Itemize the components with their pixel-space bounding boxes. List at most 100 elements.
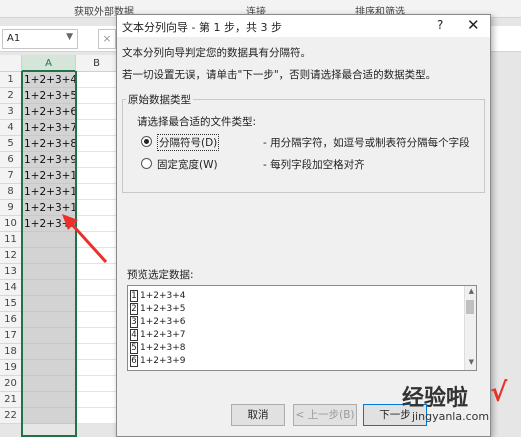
cell-a[interactable] <box>22 328 76 344</box>
row-header[interactable]: 2 <box>0 88 22 104</box>
column-header-a[interactable]: A <box>22 55 76 72</box>
row-header[interactable]: 3 <box>0 104 22 120</box>
row-header[interactable]: 22 <box>0 408 22 424</box>
cell-a[interactable] <box>22 392 76 408</box>
preview-row-text: 1+2+3+4 <box>140 291 186 301</box>
cell-a[interactable]: 1+2+3+7 <box>22 120 77 136</box>
cell-a[interactable] <box>22 408 76 424</box>
row-header[interactable]: 19 <box>0 360 22 376</box>
preview-row-number: 6 <box>130 355 138 367</box>
fixed-width-description: - 每列字段加空格对齐 <box>263 159 365 171</box>
cell-a[interactable]: 1+2+3+8 <box>22 136 77 152</box>
row-header[interactable]: 14 <box>0 280 22 296</box>
cancel-icon[interactable]: × <box>98 29 116 49</box>
cell-a[interactable] <box>22 360 76 376</box>
delimited-radio[interactable] <box>141 136 152 147</box>
row-header[interactable]: 12 <box>0 248 22 264</box>
preview-row: 3 1+2+3+6 <box>130 316 186 329</box>
fixed-width-label[interactable]: 固定宽度(W) <box>157 157 218 172</box>
cell-b[interactable] <box>76 152 118 168</box>
preview-row-text: 1+2+3+9 <box>140 356 186 366</box>
delimited-label[interactable]: 分隔符号(D) <box>157 134 220 151</box>
preview-row-number: 3 <box>130 316 138 328</box>
cell-b[interactable] <box>76 168 118 184</box>
cell-b[interactable] <box>76 312 118 328</box>
group-label: 原始数据类型 <box>126 92 193 107</box>
row-header[interactable]: 6 <box>0 152 22 168</box>
preview-row: 1 1+2+3+4 <box>130 290 186 303</box>
row-header[interactable]: 7 <box>0 168 22 184</box>
row-header[interactable]: 20 <box>0 376 22 392</box>
intro-text-2: 若一切设置无误，请单击"下一步"，否则请选择最合适的数据类型。 <box>122 69 437 81</box>
cell-a[interactable] <box>22 312 76 328</box>
row-header[interactable]: 11 <box>0 232 22 248</box>
dropdown-arrow-icon[interactable]: ▼ <box>66 32 73 42</box>
choose-file-type-label: 请选择最合适的文件类型: <box>137 116 257 128</box>
cell-b[interactable] <box>76 376 118 392</box>
cell-b[interactable] <box>76 184 118 200</box>
intro-text-1: 文本分列向导判定您的数据具有分隔符。 <box>122 47 311 59</box>
column-header-b[interactable]: B <box>76 55 118 72</box>
cell-a[interactable] <box>22 280 76 296</box>
preview-row: 5 1+2+3+8 <box>130 342 186 355</box>
data-preview-box[interactable]: 1 1+2+3+4 2 1+2+3+5 3 1+2+3+6 4 1+2+3+7 5 1+2+3+8… <box>127 285 477 371</box>
cell-b[interactable] <box>76 136 118 152</box>
cell-b[interactable] <box>76 392 118 408</box>
cell-b[interactable] <box>76 88 118 104</box>
cell-a[interactable]: 1+2+3+6 <box>22 104 77 120</box>
preview-row-number: 5 <box>130 342 138 354</box>
fixed-width-radio[interactable] <box>141 158 152 169</box>
delimited-description: - 用分隔字符，如逗号或制表符分隔每个字段 <box>263 137 470 149</box>
cell-a[interactable] <box>22 296 76 312</box>
cell-a[interactable]: 1+2+3+4 <box>22 72 77 88</box>
dialog-title: 文本分列向导 - 第 1 步，共 3 步 <box>122 21 282 34</box>
scroll-up-icon[interactable]: ▲ <box>469 287 474 295</box>
scroll-down-icon[interactable]: ▼ <box>469 358 474 366</box>
scroll-thumb[interactable] <box>466 300 474 314</box>
preview-row-text: 1+2+3+6 <box>140 317 186 327</box>
preview-row-number: 1 <box>130 290 138 302</box>
row-header[interactable]: 13 <box>0 264 22 280</box>
row-header[interactable]: 9 <box>0 200 22 216</box>
row-header[interactable]: 21 <box>0 392 22 408</box>
row-header[interactable]: 16 <box>0 312 22 328</box>
watermark-url: jingyanla.com <box>412 410 490 423</box>
preview-label: 预览选定数据: <box>127 269 194 281</box>
preview-row: 6 1+2+3+9 <box>130 355 186 368</box>
row-header[interactable]: 1 <box>0 72 22 88</box>
row-header[interactable]: 15 <box>0 296 22 312</box>
cell-b[interactable] <box>76 360 118 376</box>
cell-b[interactable] <box>76 120 118 136</box>
row-header[interactable]: 5 <box>0 136 22 152</box>
close-icon[interactable]: ✕ <box>467 16 480 34</box>
row-header[interactable]: 10 <box>0 216 22 232</box>
row-header[interactable]: 4 <box>0 120 22 136</box>
select-all-corner[interactable] <box>0 55 22 72</box>
cell-b[interactable] <box>76 344 118 360</box>
preview-row-text: 1+2+3+5 <box>140 304 186 314</box>
preview-row-text: 1+2+3+7 <box>140 330 186 340</box>
cancel-button[interactable]: 取消 <box>231 404 285 426</box>
watermark-logo: 经验啦 √ jingyanla.com <box>390 378 521 437</box>
cell-a[interactable]: 1+2+3+11 <box>22 184 84 200</box>
cell-a[interactable]: 1+2+3+10 <box>22 168 84 184</box>
cell-a[interactable] <box>22 376 76 392</box>
cell-b[interactable] <box>76 104 118 120</box>
cell-b[interactable] <box>76 328 118 344</box>
preview-row: 2 1+2+3+5 <box>130 303 186 316</box>
cell-b[interactable] <box>76 280 118 296</box>
back-button[interactable]: < 上一步(B) <box>293 404 357 426</box>
row-header[interactable]: 18 <box>0 344 22 360</box>
preview-scrollbar[interactable]: ▲ ▼ <box>464 286 476 370</box>
row-header[interactable]: 17 <box>0 328 22 344</box>
checkmark-icon: √ <box>490 378 508 408</box>
cell-b[interactable] <box>76 296 118 312</box>
cell-a[interactable]: 1+2+3+9 <box>22 152 77 168</box>
row-header[interactable]: 8 <box>0 184 22 200</box>
cell-b[interactable] <box>76 408 118 424</box>
cell-b[interactable] <box>76 72 118 88</box>
name-box[interactable]: A1 ▼ <box>2 29 78 49</box>
cell-a[interactable] <box>22 344 76 360</box>
help-icon[interactable]: ? <box>437 18 443 32</box>
cell-a[interactable]: 1+2+3+5 <box>22 88 77 104</box>
